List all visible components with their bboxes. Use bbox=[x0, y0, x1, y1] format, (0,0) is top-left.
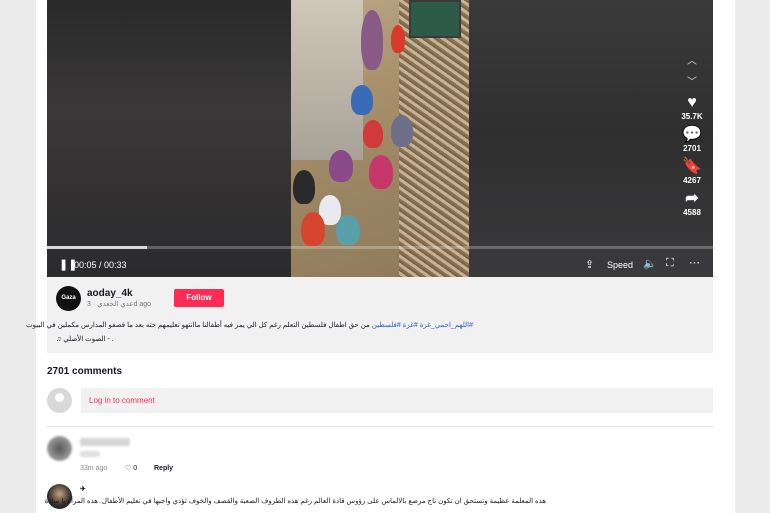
sound-link[interactable]: ♫ الصوت الأصلي - . bbox=[56, 335, 114, 343]
like-action[interactable]: ♥ 35.7K bbox=[676, 94, 708, 121]
video-wall bbox=[291, 0, 363, 160]
caption-hashtags[interactable]: #اللهم_احمي_غزة #غزة #فلسطين bbox=[372, 322, 473, 329]
share-action[interactable]: ➦ 4588 bbox=[676, 190, 708, 217]
video-child bbox=[293, 170, 315, 204]
video-progress-fill bbox=[47, 246, 147, 249]
login-to-comment-link[interactable]: Log in to comment bbox=[89, 396, 155, 405]
chevron-up-icon[interactable]: ︿ bbox=[676, 52, 708, 67]
comment-count: 2701 bbox=[683, 144, 701, 153]
comment-icon: 💬 bbox=[682, 126, 702, 143]
fullscreen-icon[interactable]: ⛶ bbox=[666, 257, 674, 270]
comment-avatar[interactable] bbox=[47, 436, 72, 461]
more-icon[interactable]: ⋯ bbox=[689, 256, 700, 269]
video-child bbox=[391, 25, 405, 53]
comment-reply-button[interactable]: Reply bbox=[154, 465, 173, 472]
heart-outline-icon: ♡ bbox=[125, 465, 132, 472]
comment-action[interactable]: 💬 2701 bbox=[676, 126, 708, 153]
comment-text-blurred bbox=[80, 451, 100, 457]
video-teacher bbox=[361, 10, 383, 70]
video-frame bbox=[291, 0, 469, 277]
bookmark-icon: 🔖 bbox=[682, 158, 702, 175]
video-child bbox=[391, 115, 413, 147]
video-player[interactable]: ❚❚ 00:05 / 00:33 ⇪ Speed 🔈 ⛶ ⋯ bbox=[47, 0, 713, 277]
video-object bbox=[351, 85, 373, 115]
post-caption: #اللهم_احمي_غزة #غزة #فلسطين من حق اطفال… bbox=[26, 321, 473, 329]
share-count: 4588 bbox=[683, 208, 701, 217]
comment-like[interactable]: ♡ 0 bbox=[125, 464, 137, 472]
video-child bbox=[301, 212, 325, 246]
author-avatar[interactable]: Gaza bbox=[56, 286, 81, 311]
comment-input-box[interactable]: Log in to comment bbox=[81, 388, 713, 413]
heart-icon: ♥ bbox=[687, 94, 697, 111]
comment-time: 33m ago bbox=[80, 465, 108, 472]
sound-label: الصوت الأصلي - . bbox=[63, 336, 114, 343]
post-info: Gaza aoday_4k عدي الجعدي · 3d ago Follow… bbox=[26, 277, 713, 353]
video-child bbox=[369, 155, 393, 189]
chevron-down-icon[interactable]: ﹀ bbox=[676, 73, 708, 88]
user-avatar-placeholder bbox=[47, 388, 72, 413]
side-actions: ︿ ﹀ ♥ 35.7K 💬 2701 🔖 4267 ➦ 4588 bbox=[676, 52, 708, 222]
video-time: 00:05 / 00:33 bbox=[74, 260, 127, 270]
share-icon: ➦ bbox=[685, 190, 699, 207]
sync-icon[interactable]: ⇪ bbox=[585, 258, 594, 271]
speed-button[interactable]: Speed bbox=[607, 260, 633, 270]
video-blur-left bbox=[47, 0, 291, 277]
video-chalkboard bbox=[409, 0, 461, 38]
like-count: 35.7K bbox=[681, 112, 703, 121]
music-note-icon: ♫ bbox=[56, 336, 62, 343]
author-meta: عدي الجعدي · 3d ago bbox=[87, 301, 152, 308]
comment-text: هذه المعلمة عظيمة وتستحق ان تكون تاج مرص… bbox=[44, 498, 546, 505]
video-progress-bar[interactable] bbox=[47, 246, 713, 249]
volume-icon[interactable]: 🔈 bbox=[643, 257, 657, 270]
author-username[interactable]: aoday_4k bbox=[87, 288, 133, 299]
caption-text: من حق اطفال فلسطين التعلم رغم كل الي يمر… bbox=[26, 322, 370, 329]
comments-count: 2701 comments bbox=[47, 366, 123, 377]
save-count: 4267 bbox=[683, 176, 701, 185]
comment-username[interactable]: ✈ bbox=[80, 485, 86, 493]
video-child bbox=[336, 215, 360, 245]
comment-like-count: 0 bbox=[133, 465, 138, 472]
save-action[interactable]: 🔖 4267 bbox=[676, 158, 708, 185]
video-child bbox=[329, 150, 353, 182]
comment-username-blurred bbox=[80, 438, 130, 446]
video-child bbox=[363, 120, 383, 148]
comments-divider bbox=[47, 426, 713, 427]
follow-button[interactable]: Follow bbox=[174, 289, 224, 307]
